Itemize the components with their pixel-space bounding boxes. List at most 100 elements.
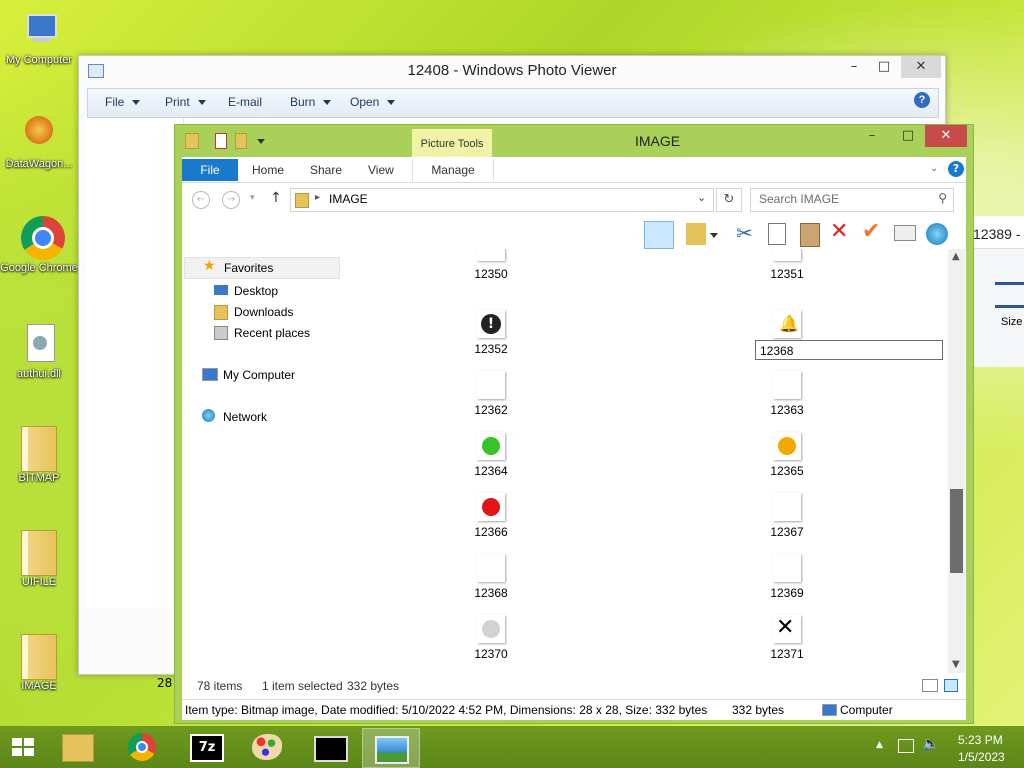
desktop-icon-bitmap[interactable]: BITMAP — [0, 426, 78, 484]
tab-view[interactable]: View — [368, 159, 394, 181]
computer-icon — [202, 368, 218, 381]
minimize-button[interactable]: – — [837, 56, 871, 78]
help-icon[interactable]: ? — [914, 92, 930, 108]
desktop-icon-datawagon[interactable]: DataWagon... — [0, 112, 78, 170]
folder-options-icon[interactable] — [686, 223, 706, 245]
maximize-button[interactable]: □ — [891, 125, 925, 147]
minimize-button[interactable]: – — [855, 125, 889, 147]
nav-network[interactable]: Network — [182, 407, 342, 427]
nav-recent-places[interactable]: Recent places — [182, 323, 342, 343]
menu-print[interactable]: Print — [165, 95, 206, 109]
details-view-icon[interactable] — [922, 679, 938, 692]
tab-share[interactable]: Share — [310, 159, 342, 181]
ribbon-expand-chevron-icon[interactable]: ⌄ — [930, 163, 938, 174]
taskbar-file-explorer[interactable] — [50, 728, 106, 766]
desktop-icon-image[interactable]: IMAGE — [0, 634, 78, 692]
rename-input[interactable]: 12368 — [755, 340, 943, 360]
search-input[interactable]: Search IMAGE ⚲ — [750, 188, 954, 212]
quick-access-toolbar[interactable] — [215, 133, 275, 149]
tab-home[interactable]: Home — [252, 159, 284, 181]
up-button[interactable]: ↑ — [270, 190, 282, 206]
file-item[interactable]: 12370 — [447, 607, 537, 663]
clock-time[interactable]: 5:23 PM — [958, 733, 1003, 747]
selected-size: 332 bytes — [347, 679, 400, 693]
file-item[interactable]: 12365 — [743, 424, 833, 480]
taskbar-command-prompt[interactable] — [302, 728, 358, 766]
menu-burn[interactable]: Burn — [290, 95, 332, 109]
scroll-down-chevron-icon[interactable]: ▼ — [952, 659, 960, 670]
desktop-icon-uifile[interactable]: UIFILE — [0, 530, 78, 588]
nav-downloads[interactable]: Downloads — [182, 302, 342, 322]
desktop-icon-label: IMAGE — [21, 680, 57, 692]
forward-button[interactable]: → — [222, 191, 240, 209]
desktop-icon-my-computer[interactable]: My Computer — [0, 8, 78, 66]
vertical-scrollbar[interactable]: ▲ ▼ — [948, 249, 965, 673]
scrollbar-thumb[interactable] — [950, 489, 963, 573]
copy-icon[interactable] — [768, 223, 786, 245]
file-item[interactable]: 12369 — [743, 546, 833, 602]
picture-tools-tab-group: Picture Tools — [412, 129, 492, 157]
file-item[interactable]: 🔔 12368 — [743, 302, 943, 360]
desktop-icon-authui[interactable]: authui.dll — [0, 322, 78, 380]
recent-locations-chevron-icon[interactable]: ▾ — [250, 193, 255, 203]
file-thumbnail: 🔔 — [773, 310, 801, 338]
search-icon[interactable]: ⚲ — [938, 191, 947, 205]
red-dot-icon — [482, 498, 500, 516]
desktop-icon-google-chrome[interactable]: Google Chrome — [0, 216, 78, 274]
delete-icon[interactable]: ✕ — [830, 219, 848, 244]
file-item[interactable]: 12366 — [447, 485, 537, 541]
taskbar-paint[interactable] — [240, 728, 296, 766]
back-button[interactable]: ← — [192, 191, 210, 209]
file-item[interactable]: 12364 — [447, 424, 537, 480]
address-bar[interactable]: ▸ IMAGE ⌄ — [290, 188, 714, 212]
volume-icon[interactable]: 🔈 — [922, 736, 939, 752]
tab-file[interactable]: File — [182, 159, 238, 181]
chevron-down-icon — [197, 100, 206, 106]
menu-file[interactable]: File — [105, 95, 141, 109]
explorer-window[interactable]: Picture Tools IMAGE – □ ✕ File Home Shar… — [174, 124, 974, 724]
taskbar-chrome[interactable] — [114, 728, 170, 766]
network-tray-icon[interactable] — [898, 739, 914, 753]
menu-open[interactable]: Open — [350, 95, 396, 109]
properties-icon[interactable] — [894, 225, 916, 241]
tab-manage[interactable]: Manage — [412, 159, 494, 181]
file-item[interactable]: 12363 — [743, 363, 833, 419]
nav-desktop[interactable]: Desktop — [182, 281, 342, 301]
nav-my-computer[interactable]: My Computer — [182, 365, 342, 385]
file-thumbnail: ✕ — [773, 615, 801, 643]
taskbar-7zip[interactable]: 7z — [178, 728, 234, 766]
status-bar: 78 items 1 item selected 332 bytes — [182, 675, 966, 697]
close-button[interactable]: ✕ — [925, 125, 967, 147]
menu-email[interactable]: E-mail — [228, 95, 262, 109]
address-dropdown-chevron-icon[interactable]: ⌄ — [697, 191, 706, 204]
file-thumbnail — [773, 554, 801, 582]
file-item[interactable]: 12368 — [447, 546, 537, 602]
large-icons-view-icon[interactable] — [944, 679, 958, 692]
breadcrumb[interactable]: IMAGE — [329, 192, 368, 206]
scroll-up-chevron-icon[interactable]: ▲ — [952, 251, 960, 262]
file-item[interactable]: 12351 — [743, 249, 833, 297]
file-item[interactable]: 12362 — [447, 363, 537, 419]
nav-downloads-label: Downloads — [234, 305, 294, 319]
file-item[interactable]: ✕ 12371 — [743, 607, 833, 663]
maximize-button[interactable]: □ — [867, 56, 901, 78]
background-window[interactable]: 12389 - Size — [966, 216, 1024, 367]
close-button[interactable]: ✕ — [901, 56, 941, 78]
nav-favorites[interactable]: ★ Favorites — [184, 257, 340, 279]
help-icon[interactable]: ? — [948, 161, 964, 177]
refresh-button[interactable]: ↻ — [716, 188, 742, 212]
show-hidden-icons-chevron-icon[interactable]: ▲ — [876, 740, 883, 750]
details-pane-icon[interactable] — [644, 221, 674, 249]
clock-date[interactable]: 1/5/2023 — [958, 750, 1005, 764]
start-button[interactable] — [8, 734, 38, 760]
file-item[interactable]: 12367 — [743, 485, 833, 541]
explorer-title: IMAGE — [635, 133, 681, 149]
globe-icon[interactable] — [926, 223, 948, 245]
file-item[interactable]: ! 12352 — [447, 302, 537, 358]
paste-icon[interactable] — [800, 223, 820, 247]
grey-dot-icon — [482, 620, 500, 638]
rename-check-icon[interactable]: ✔ — [862, 219, 880, 244]
taskbar-photo-viewer[interactable] — [362, 728, 420, 768]
cut-icon[interactable]: ✂ — [736, 221, 753, 245]
file-item[interactable]: 12350 — [447, 249, 537, 297]
